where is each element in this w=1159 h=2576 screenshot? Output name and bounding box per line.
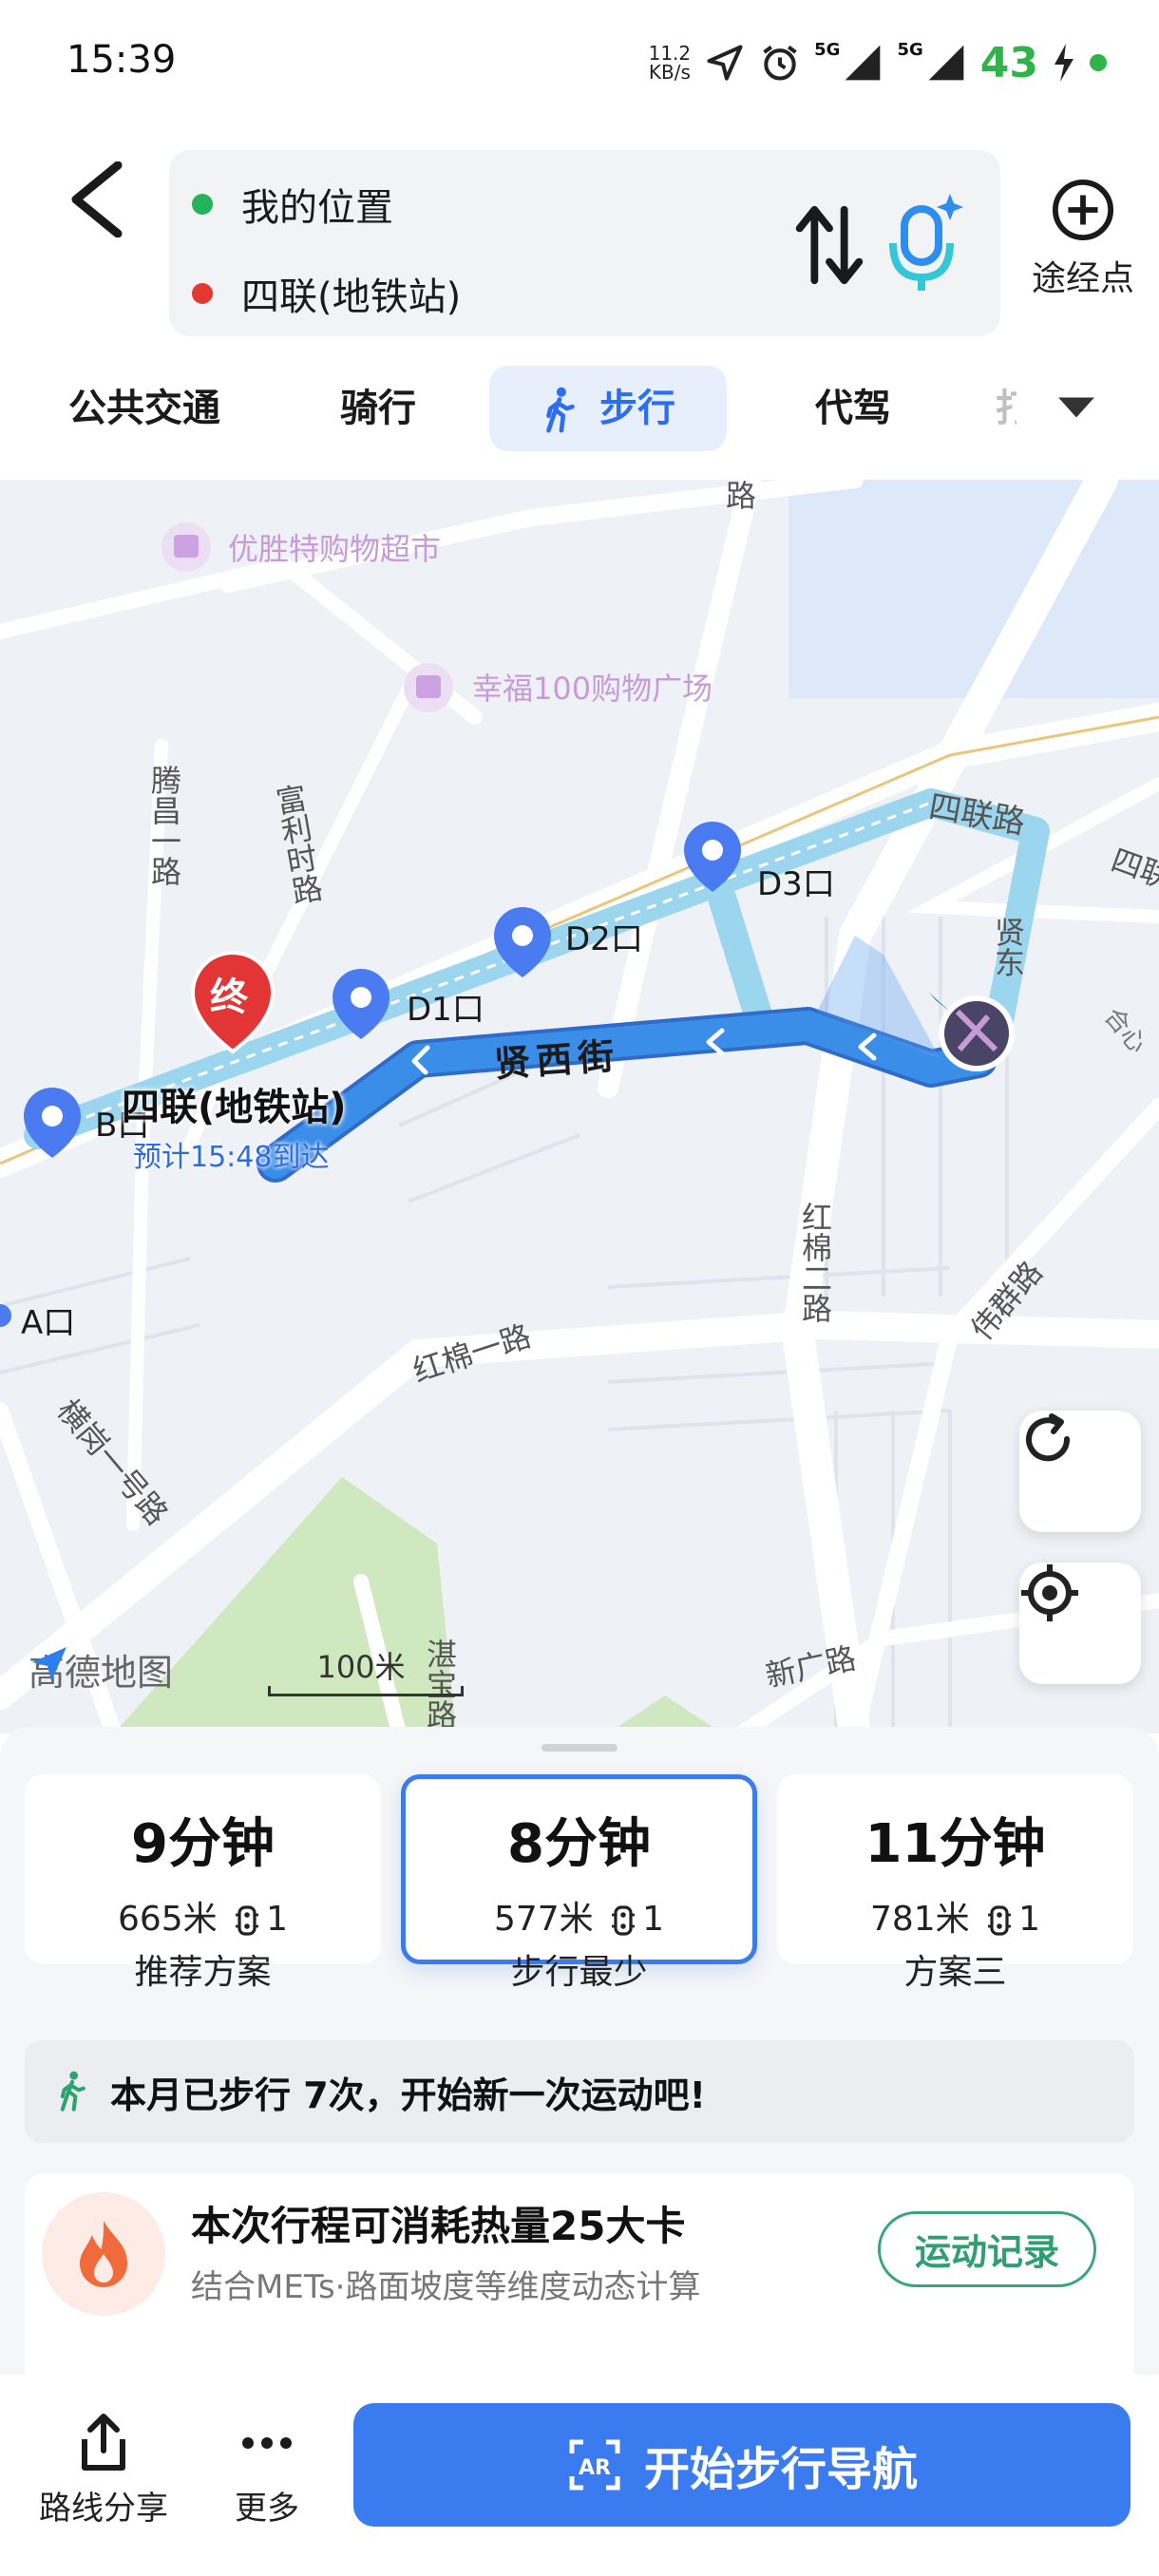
flame-icon (42, 2192, 165, 2316)
status-time: 15:39 (66, 38, 177, 82)
tab-cycling[interactable]: 骑行 (340, 366, 416, 451)
walking-icon (546, 387, 575, 433)
plan-card-1[interactable]: 9分钟 665米 1 推荐方案 (25, 1774, 381, 1992)
road-label: 红棉二路 (797, 1202, 833, 1323)
road-label: 路 (721, 480, 757, 510)
sheet-drag-handle[interactable] (542, 1744, 618, 1752)
add-circle-icon (1052, 179, 1114, 241)
status-bar: 15:39 11.2 KB/s 5G 5G 43 (0, 0, 1159, 133)
locate-crosshair-icon (1021, 1564, 1078, 1621)
tab-taxi[interactable]: 打车 (996, 366, 1016, 451)
traffic-light-icon (612, 1905, 636, 1936)
exit-label[interactable]: D2口 (565, 913, 643, 959)
map-view[interactable]: 优胜特购物超市 幸福100购物广场 四联路 贤西街 红棉一路 红棉二路 腾昌一路… (0, 480, 1159, 1733)
refresh-icon (1026, 1413, 1071, 1462)
signal-icon (928, 45, 964, 81)
bottom-action-bar: 路线分享 更多 AR 开始步行导航 (0, 2375, 1159, 2576)
map-scale-bar (268, 1686, 464, 1696)
battery-level: 43 (979, 38, 1038, 87)
ar-icon: AR (569, 2439, 620, 2491)
share-route-button[interactable]: 路线分享 (32, 2413, 175, 2529)
location-arrow-icon (707, 45, 743, 81)
route-sheet: 9分钟 665米 1 推荐方案 8分钟 577米 1 步行最少 11分钟 781… (0, 1727, 1159, 2420)
swap-icon[interactable] (791, 202, 867, 288)
traffic-light-icon (236, 1905, 259, 1936)
calorie-subtitle: 结合METs·路面坡度等维度动态计算 (191, 2268, 701, 2306)
plan-card-3[interactable]: 11分钟 781米 1 方案三 (777, 1774, 1133, 1992)
refresh-route-button[interactable] (1019, 1411, 1141, 1532)
charging-icon (1054, 44, 1074, 82)
exercise-record-button[interactable]: 运动记录 (878, 2211, 1096, 2287)
road-label: 贤东 (990, 917, 1026, 977)
more-button[interactable]: 更多 (196, 2413, 338, 2529)
destination-map-label[interactable]: 四联(地铁站) (122, 1076, 347, 1131)
svg-text:AR: AR (579, 2456, 611, 2480)
traffic-light-icon (988, 1905, 1012, 1936)
signal-icon (846, 45, 881, 81)
network-type-1: 5G (814, 39, 841, 60)
net-speed: 11.2 KB/s (648, 42, 692, 84)
tab-chauffeur[interactable]: 代驾 (815, 366, 891, 451)
travel-mode-tabs: 公共交通 骑行 步行 代驾 打车 (0, 366, 1159, 451)
amap-logo: 高德地图 (28, 1643, 173, 1695)
origin-text: 我的位置 (241, 186, 393, 230)
more-dots-icon (242, 2437, 292, 2449)
voice-mic-icon[interactable] (882, 190, 967, 294)
poi-label[interactable]: 优胜特购物超市 (228, 525, 441, 569)
network-type-2: 5G (897, 39, 923, 60)
back-icon[interactable] (65, 161, 131, 237)
origin-field[interactable]: 我的位置 (192, 171, 393, 237)
exit-label[interactable]: D3口 (757, 858, 835, 904)
tab-walking[interactable]: 步行 (489, 366, 727, 451)
locate-me-button[interactable] (1019, 1563, 1141, 1684)
add-waypoint-button[interactable]: 途经点 (1021, 179, 1145, 300)
walking-icon (60, 2071, 86, 2112)
start-walking-navigation-button[interactable]: AR 开始步行导航 (353, 2403, 1130, 2527)
end-marker-label: 终 (210, 975, 248, 1019)
eta-label: 预计15:48到达 (133, 1141, 330, 1174)
destination-field[interactable]: 四联(地铁站) (192, 260, 461, 327)
share-icon (82, 2414, 125, 2471)
waypoint-label: 途经点 (1031, 259, 1134, 298)
water-area (788, 480, 1159, 698)
exit-label[interactable]: D1口 (407, 983, 484, 1030)
alarm-icon (763, 45, 797, 81)
expand-modes-icon[interactable] (1056, 394, 1096, 421)
route-input-box: 我的位置 四联(地铁站) (169, 150, 1000, 336)
origin-dot-icon (192, 194, 213, 215)
calorie-title: 本次行程可消耗热量25大卡 (191, 2203, 686, 2249)
map-scale-label: 100米 (316, 1649, 406, 1685)
poi-label[interactable]: 幸福100购物广场 (472, 665, 712, 709)
status-icons: 11.2 KB/s 5G 5G 43 (649, 34, 1107, 91)
destination-dot-icon (192, 283, 213, 304)
tab-public-transit[interactable]: 公共交通 (68, 366, 220, 451)
road-label: 贤西街 (492, 1034, 621, 1086)
plan-card-2[interactable]: 8分钟 577米 1 步行最少 (401, 1774, 757, 1992)
exit-label[interactable]: A口 (21, 1297, 75, 1343)
destination-text: 四联(地铁站) (241, 275, 462, 319)
battery-dot-icon (1090, 54, 1107, 71)
amap-logo-icon (32, 1647, 66, 1681)
road-label: 腾昌一路 (146, 765, 182, 886)
walk-stats-banner[interactable]: 本月已步行 7次，开始新一次运动吧! (25, 2040, 1134, 2143)
